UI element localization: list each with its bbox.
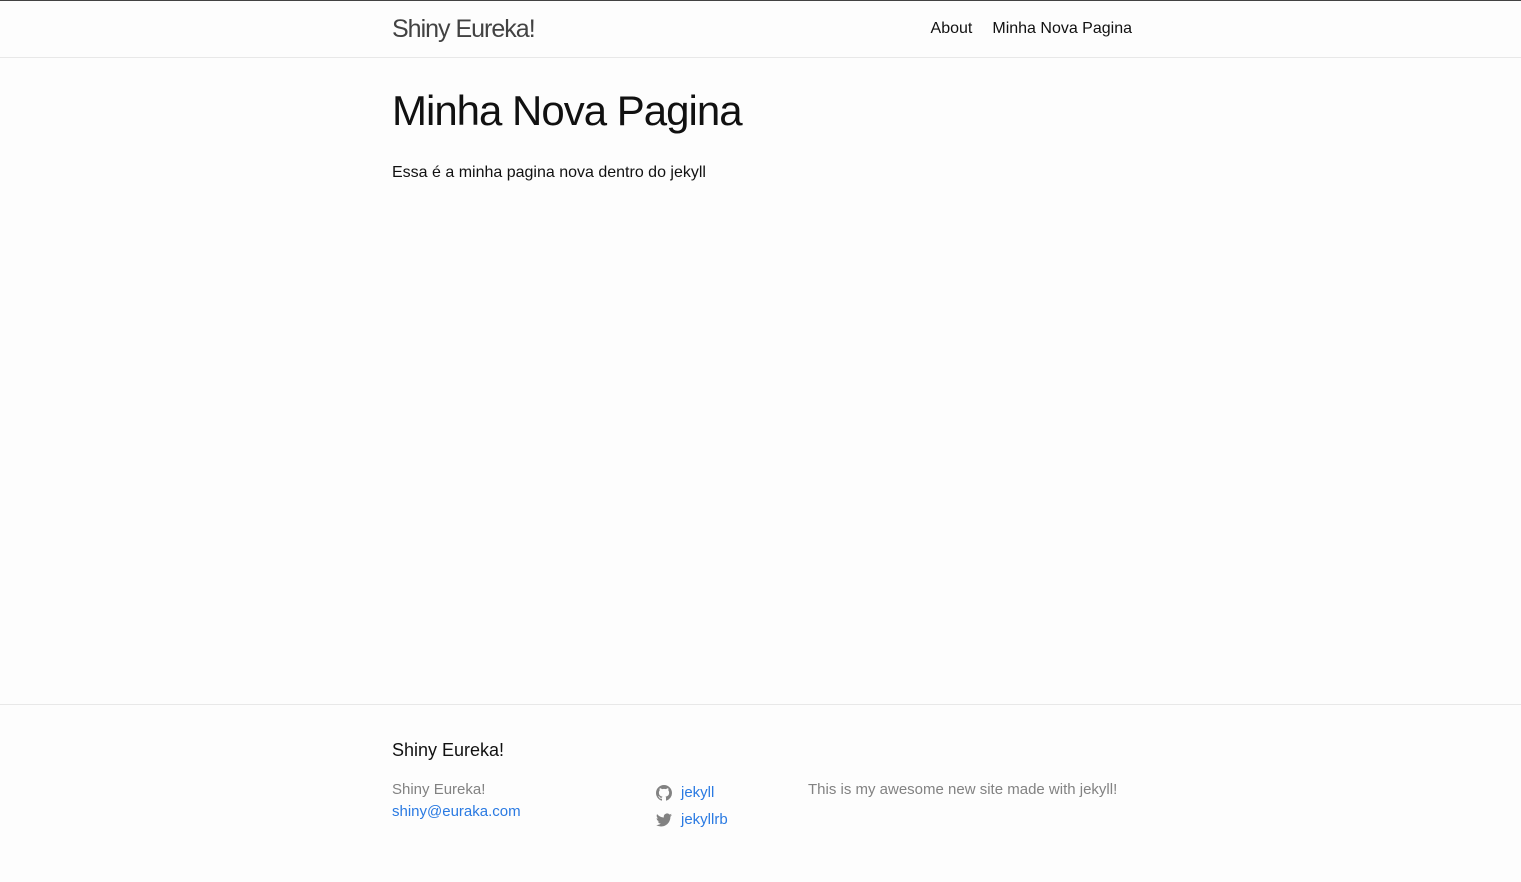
site-header: Shiny Eureka! About Minha Nova Pagina xyxy=(0,0,1521,58)
page-body-text: Essa é a minha pagina nova dentro do jek… xyxy=(392,164,706,181)
footer-heading: Shiny Eureka! xyxy=(392,740,505,760)
nav-link-minha-nova-pagina[interactable]: Minha Nova Pagina xyxy=(992,18,1132,40)
twitter-icon xyxy=(656,812,672,826)
footer-description: This is my awesome new site made with je… xyxy=(808,781,1118,798)
social-item-twitter: jekyllrb xyxy=(656,806,728,833)
github-icon xyxy=(656,784,672,801)
footer-site-name: Shiny Eureka! xyxy=(392,781,486,798)
footer-email-link[interactable]: shiny@euraka.com xyxy=(392,801,521,823)
site-title-link[interactable]: Shiny Eureka! xyxy=(392,14,536,44)
footer-social-list: jekyll jekyllrb xyxy=(656,779,728,833)
site-footer: Shiny Eureka! Shiny Eureka! shiny@euraka… xyxy=(0,704,1521,882)
nav-link-about[interactable]: About xyxy=(931,18,973,40)
footer-contact: Shiny Eureka! shiny@euraka.com xyxy=(392,779,521,823)
github-link[interactable]: jekyll xyxy=(681,782,714,804)
social-item-github: jekyll xyxy=(656,779,728,806)
site-nav: About Minha Nova Pagina xyxy=(931,18,1132,40)
page-title: Minha Nova Pagina xyxy=(392,87,743,134)
twitter-link[interactable]: jekyllrb xyxy=(681,809,728,831)
